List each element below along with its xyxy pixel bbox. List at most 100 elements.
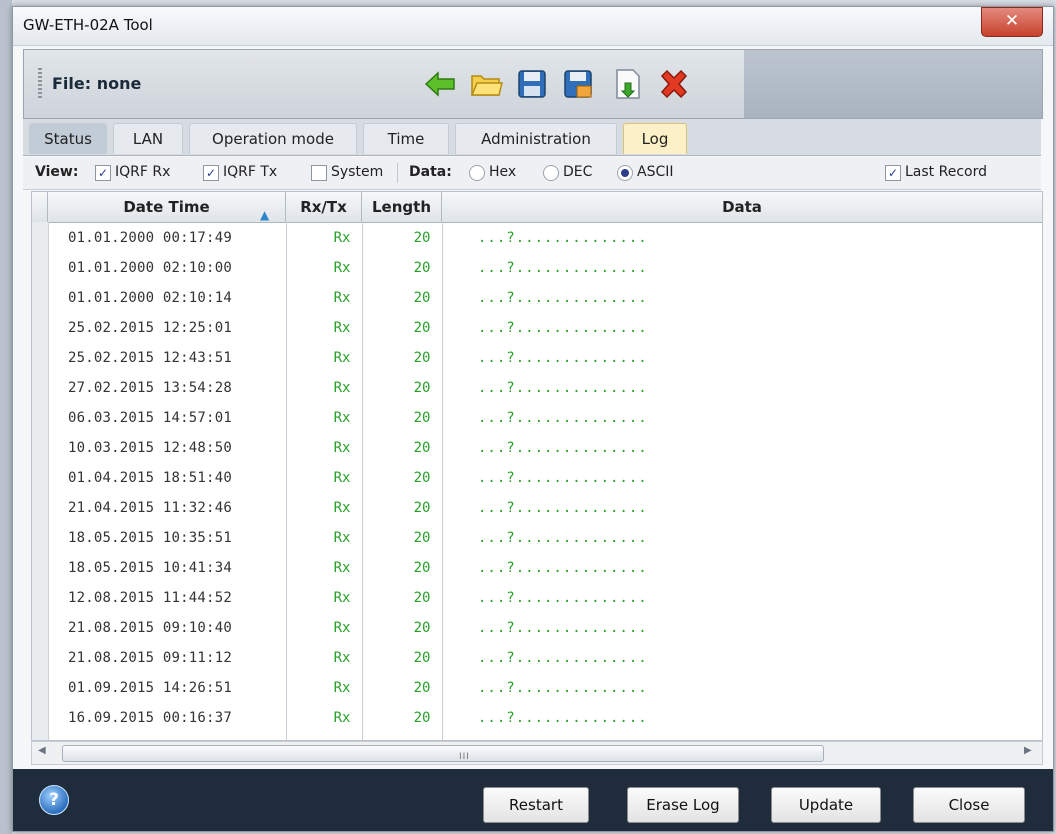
table-row[interactable]: 25.02.2015 12:43:51 Rx 20...?.............… — [48, 344, 1042, 374]
view-label: View: — [35, 164, 79, 180]
cell-length: 20 — [413, 320, 431, 336]
dec-label: DEC — [563, 164, 593, 180]
scroll-right-arrow-icon[interactable]: ▶ — [1024, 745, 1032, 756]
table-row[interactable]: 21.04.2015 11:32:46 Rx 20...?.............… — [48, 494, 1042, 524]
cell-data: ...?.............. — [478, 410, 648, 426]
column-header-date-time-label: Date Time — [123, 198, 210, 216]
column-header-data[interactable]: Data — [442, 192, 1042, 222]
cell-rxtx: Rx — [333, 620, 351, 636]
table-row[interactable]: 16.09.2015 00:16:37 Rx 20...?.............… — [48, 704, 1042, 734]
cell-data: ...?.............. — [478, 350, 648, 366]
table-row[interactable]: 21.08.2015 09:11:12 Rx 20...?.............… — [48, 644, 1042, 674]
cell-date-time: 01.01.2000 00:17:49 — [68, 230, 232, 246]
table-row[interactable]: 12.08.2015 11:44:52 Rx 20...?.............… — [48, 584, 1042, 614]
cell-rxtx: Rx — [333, 350, 351, 366]
save-as-icon[interactable] — [558, 64, 598, 104]
cell-rxtx: Rx — [333, 530, 351, 546]
cell-rxtx: Rx — [333, 560, 351, 576]
cell-length: 20 — [413, 380, 431, 396]
back-arrow-icon[interactable] — [420, 64, 460, 104]
table-row[interactable]: 27.02.2015 13:54:28 Rx 20...?.............… — [48, 374, 1042, 404]
column-header-date-time[interactable]: Date Time ▲ — [48, 192, 286, 222]
cell-length: 20 — [413, 260, 431, 276]
table-row[interactable]: 10.03.2015 12:48:50 Rx 20...?.............… — [48, 434, 1042, 464]
cell-data: ...?.............. — [478, 590, 648, 606]
cell-date-time: 18.05.2015 10:35:51 — [68, 530, 232, 546]
ascii-radio[interactable] — [617, 165, 633, 181]
tab-log[interactable]: Log — [623, 123, 687, 154]
cell-rxtx: Rx — [333, 230, 351, 246]
update-button[interactable]: Update — [771, 787, 881, 823]
table-row[interactable]: 01.01.2000 02:10:00 Rx 20...?.............… — [48, 254, 1042, 284]
cell-rxtx: Rx — [333, 380, 351, 396]
cell-data: ...?.............. — [478, 470, 648, 486]
restart-button[interactable]: Restart — [483, 787, 589, 823]
cell-rxtx: Rx — [333, 650, 351, 666]
data-label: Data: — [409, 164, 452, 180]
help-icon[interactable]: ? — [39, 785, 69, 815]
tab-status[interactable]: Status — [29, 123, 107, 154]
dec-radio[interactable] — [543, 165, 559, 181]
last-record-checkbox[interactable]: ✓ — [885, 165, 901, 181]
cell-length: 20 — [413, 590, 431, 606]
tab-operation-mode[interactable]: Operation mode — [189, 123, 357, 154]
cell-date-time: 21.04.2015 11:32:46 — [68, 500, 232, 516]
tab-bar: Status LAN Operation mode Time Administr… — [23, 119, 1041, 156]
cell-date-time: 27.02.2015 13:54:28 — [68, 380, 232, 396]
scrollbar-thumb[interactable]: III — [62, 745, 824, 762]
table-row[interactable]: 25.02.2015 12:25:01 Rx 20...?.............… — [48, 314, 1042, 344]
tab-lan[interactable]: LAN — [113, 123, 183, 154]
cell-rxtx: Rx — [333, 470, 351, 486]
scrollbar-grip: III — [459, 752, 470, 762]
table-row[interactable]: 21.08.2015 09:10:40 Rx 20...?.............… — [48, 614, 1042, 644]
cell-data: ...?.............. — [478, 680, 648, 696]
delete-icon[interactable] — [654, 64, 694, 104]
cell-length: 20 — [413, 530, 431, 546]
table-row[interactable]: 01.09.2015 14:26:51 Rx 20...?.............… — [48, 674, 1042, 704]
column-header-rxtx[interactable]: Rx/Tx — [286, 192, 362, 222]
close-button[interactable]: Close — [913, 787, 1025, 823]
cell-data: ...?.............. — [478, 320, 648, 336]
hex-label: Hex — [489, 164, 517, 180]
header-corner — [32, 192, 48, 222]
iqrf-tx-checkbox[interactable]: ✓ — [203, 165, 219, 181]
iqrf-rx-checkbox[interactable]: ✓ — [95, 165, 111, 181]
cell-date-time: 25.02.2015 12:25:01 — [68, 320, 232, 336]
file-toolbar: File: none — [23, 49, 1043, 119]
cell-length: 20 — [413, 440, 431, 456]
table-row[interactable]: 06.03.2015 14:57:01 Rx 20...?.............… — [48, 404, 1042, 434]
tab-administration[interactable]: Administration — [455, 123, 617, 154]
cell-length: 20 — [413, 230, 431, 246]
cell-date-time: 21.08.2015 09:11:12 — [68, 650, 232, 666]
system-checkbox[interactable] — [311, 165, 327, 181]
table-row[interactable]: 18.05.2015 10:41:34 Rx 20...?.............… — [48, 554, 1042, 584]
window-close-button[interactable]: ✕ — [981, 7, 1043, 37]
cell-date-time: 10.03.2015 12:48:50 — [68, 440, 232, 456]
cell-length: 20 — [413, 650, 431, 666]
save-icon[interactable] — [512, 64, 552, 104]
column-header-length[interactable]: Length — [362, 192, 442, 222]
toolbar-grip — [38, 68, 42, 100]
erase-log-button[interactable]: Erase Log — [627, 787, 739, 823]
table-row[interactable]: 18.05.2015 10:35:51 Rx 20...?.............… — [48, 524, 1042, 554]
table-row[interactable]: 01.01.2000 00:17:49 Rx 20...?.............… — [48, 224, 1042, 254]
open-folder-icon[interactable] — [466, 64, 506, 104]
log-table: Date Time ▲ Rx/Tx Length Data 01.01.2000… — [31, 191, 1043, 741]
cell-rxtx: Rx — [333, 260, 351, 276]
cell-date-time: 21.08.2015 09:10:40 — [68, 620, 232, 636]
table-row[interactable]: 01.01.2000 02:10:14 Rx 20...?.............… — [48, 284, 1042, 314]
tab-time[interactable]: Time — [363, 123, 449, 154]
table-row[interactable]: 01.04.2015 18:51:40 Rx 20...?.............… — [48, 464, 1042, 494]
cell-date-time: 01.09.2015 14:26:51 — [68, 680, 232, 696]
cell-rxtx: Rx — [333, 680, 351, 696]
scroll-left-arrow-icon[interactable]: ◀ — [38, 745, 46, 756]
ascii-label: ASCII — [637, 164, 674, 180]
title-bar[interactable]: GW-ETH-02A Tool ✕ — [13, 7, 1053, 46]
cell-rxtx: Rx — [333, 590, 351, 606]
export-icon[interactable] — [608, 64, 648, 104]
horizontal-scrollbar[interactable]: ◀ III ▶ — [31, 741, 1043, 765]
cell-length: 20 — [413, 680, 431, 696]
hex-radio[interactable] — [469, 165, 485, 181]
footer-bar: ? Restart Erase Log Update Close — [13, 769, 1053, 831]
cell-length: 20 — [413, 500, 431, 516]
